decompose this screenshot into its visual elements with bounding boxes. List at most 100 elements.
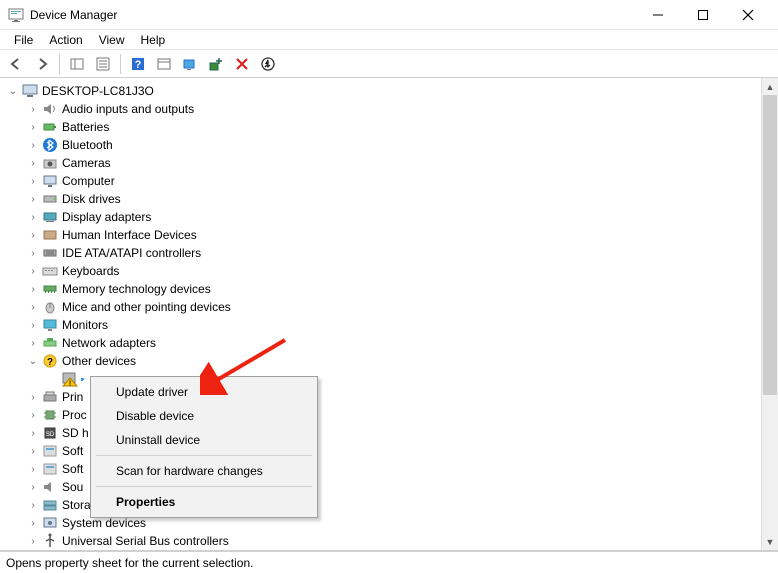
tree-category-usb[interactable]: › Universal Serial Bus controllers xyxy=(4,532,761,550)
tree-category-audio[interactable]: › Audio inputs and outputs xyxy=(4,100,761,118)
chevron-right-icon[interactable]: › xyxy=(26,192,40,206)
camera-icon xyxy=(42,155,58,171)
chevron-right-icon[interactable]: › xyxy=(26,462,40,476)
tree-category-hid[interactable]: › Human Interface Devices xyxy=(4,226,761,244)
tree-label: Keyboards xyxy=(62,264,119,278)
tree-label: IDE ATA/ATAPI controllers xyxy=(62,246,201,260)
chevron-right-icon[interactable]: › xyxy=(26,300,40,314)
chevron-right-icon[interactable]: › xyxy=(26,498,40,512)
tree-label: Audio inputs and outputs xyxy=(62,102,194,116)
tree-label: SD h xyxy=(62,426,89,440)
menu-action[interactable]: Action xyxy=(41,31,90,49)
add-legacy-button[interactable] xyxy=(204,53,228,75)
svg-text:?: ? xyxy=(47,357,53,368)
chevron-right-icon[interactable]: › xyxy=(26,282,40,296)
context-menu-update-driver[interactable]: Update driver xyxy=(94,380,314,404)
properties-button[interactable] xyxy=(91,53,115,75)
tree-category-computer[interactable]: › Computer xyxy=(4,172,761,190)
memory-icon xyxy=(42,281,58,297)
other-devices-icon: ? xyxy=(42,353,58,369)
context-menu-properties[interactable]: Properties xyxy=(94,490,314,514)
chevron-right-icon[interactable]: › xyxy=(26,318,40,332)
tree-label: Other devices xyxy=(62,354,136,368)
scan-hardware-button[interactable] xyxy=(178,53,202,75)
tree-root[interactable]: ⌄ DESKTOP-LC81J3O xyxy=(4,82,761,100)
tree-category-memory[interactable]: › Memory technology devices xyxy=(4,280,761,298)
sd-icon: SD xyxy=(42,425,58,441)
no-expander xyxy=(46,372,60,386)
chevron-right-icon[interactable]: › xyxy=(26,390,40,404)
chevron-right-icon[interactable]: › xyxy=(26,534,40,548)
context-menu-separator xyxy=(96,486,312,487)
scrollbar-thumb[interactable] xyxy=(763,95,777,395)
chevron-right-icon[interactable]: › xyxy=(26,174,40,188)
update-driver-button[interactable] xyxy=(256,53,280,75)
tree-label: Human Interface Devices xyxy=(62,228,197,242)
chevron-right-icon[interactable]: › xyxy=(26,336,40,350)
tree-category-disk-drives[interactable]: › Disk drives xyxy=(4,190,761,208)
tree-label: Monitors xyxy=(62,318,108,332)
hid-icon xyxy=(42,227,58,243)
scroll-up-arrow-icon[interactable]: ▲ xyxy=(762,78,778,95)
svg-text:!: ! xyxy=(69,381,71,388)
tree-category-cameras[interactable]: › Cameras xyxy=(4,154,761,172)
chevron-right-icon[interactable]: › xyxy=(26,138,40,152)
tree-label: Soft xyxy=(62,444,83,458)
tree-label: Mice and other pointing devices xyxy=(62,300,231,314)
keyboard-icon xyxy=(42,263,58,279)
tree-category-display[interactable]: › Display adapters xyxy=(4,208,761,226)
menu-file[interactable]: File xyxy=(6,31,41,49)
minimize-button[interactable] xyxy=(635,0,680,29)
menu-view[interactable]: View xyxy=(91,31,133,49)
computer-icon xyxy=(22,83,38,99)
tree-category-other-devices[interactable]: ⌄ ? Other devices xyxy=(4,352,761,370)
monitor-icon xyxy=(42,317,58,333)
chevron-right-icon[interactable]: › xyxy=(26,444,40,458)
menu-help[interactable]: Help xyxy=(133,31,174,49)
window-title: Device Manager xyxy=(30,8,635,22)
chevron-right-icon[interactable]: › xyxy=(26,156,40,170)
chevron-down-icon[interactable]: ⌄ xyxy=(26,354,40,368)
close-button[interactable] xyxy=(725,0,770,29)
back-button[interactable] xyxy=(4,53,28,75)
tree-label: Computer xyxy=(62,174,115,188)
chevron-right-icon[interactable]: › xyxy=(26,408,40,422)
window-controls xyxy=(635,0,770,29)
toolbar-separator xyxy=(120,54,121,74)
chevron-right-icon[interactable]: › xyxy=(26,102,40,116)
tree-category-network[interactable]: › Network adapters xyxy=(4,334,761,352)
tree-category-keyboards[interactable]: › Keyboards xyxy=(4,262,761,280)
system-icon xyxy=(42,515,58,531)
tree-category-batteries[interactable]: › Batteries xyxy=(4,118,761,136)
scroll-down-arrow-icon[interactable]: ▼ xyxy=(762,533,778,550)
usb-icon xyxy=(42,533,58,549)
chevron-right-icon[interactable]: › xyxy=(26,426,40,440)
forward-button[interactable] xyxy=(30,53,54,75)
audio-icon xyxy=(42,101,58,117)
action-button[interactable] xyxy=(152,53,176,75)
chevron-right-icon[interactable]: › xyxy=(26,228,40,242)
tree-category-bluetooth[interactable]: › Bluetooth xyxy=(4,136,761,154)
chevron-right-icon[interactable]: › xyxy=(26,210,40,224)
context-menu-disable-device[interactable]: Disable device xyxy=(94,404,314,428)
chevron-down-icon[interactable]: ⌄ xyxy=(6,84,20,98)
help-button[interactable]: ? xyxy=(126,53,150,75)
processor-icon xyxy=(42,407,58,423)
chevron-right-icon[interactable]: › xyxy=(26,480,40,494)
vertical-scrollbar[interactable]: ▲ ▼ xyxy=(761,78,778,550)
chevron-right-icon[interactable]: › xyxy=(26,516,40,530)
context-menu-scan-hardware[interactable]: Scan for hardware changes xyxy=(94,459,314,483)
app-icon xyxy=(8,7,24,23)
tree-category-monitors[interactable]: › Monitors xyxy=(4,316,761,334)
tree-category-ide[interactable]: › IDE ATA/ATAPI controllers xyxy=(4,244,761,262)
chevron-right-icon[interactable]: › xyxy=(26,246,40,260)
tree-label: Proc xyxy=(62,408,87,422)
maximize-button[interactable] xyxy=(680,0,725,29)
context-menu-uninstall-device[interactable]: Uninstall device xyxy=(94,428,314,452)
show-hide-tree-button[interactable] xyxy=(65,53,89,75)
tree-category-mice[interactable]: › Mice and other pointing devices xyxy=(4,298,761,316)
printer-icon xyxy=(42,389,58,405)
chevron-right-icon[interactable]: › xyxy=(26,264,40,278)
uninstall-button[interactable] xyxy=(230,53,254,75)
chevron-right-icon[interactable]: › xyxy=(26,120,40,134)
